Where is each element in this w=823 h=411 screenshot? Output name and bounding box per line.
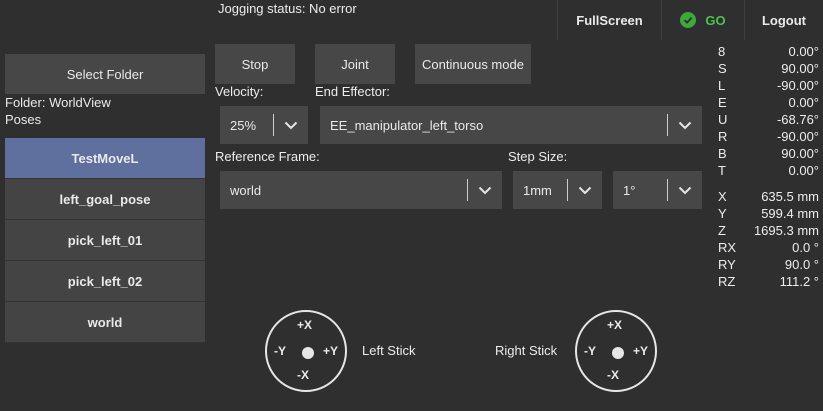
joint-name: R bbox=[718, 129, 728, 144]
pose-item[interactable]: world bbox=[5, 302, 205, 343]
joint-name: T bbox=[718, 163, 726, 178]
pose-item[interactable]: pick_left_01 bbox=[5, 220, 205, 261]
chevron-down-icon bbox=[274, 121, 308, 130]
go-button[interactable]: GO bbox=[661, 0, 744, 40]
pose-item[interactable]: TestMoveL bbox=[5, 138, 205, 179]
stick-left-label: -Y bbox=[274, 344, 286, 358]
velocity-select[interactable]: 25% bbox=[220, 106, 308, 144]
pose-axis: Z bbox=[718, 223, 726, 238]
joint-row: B 90.00° bbox=[718, 146, 819, 163]
chevron-down-icon bbox=[668, 186, 702, 195]
joint-row: T 0.00° bbox=[718, 163, 819, 180]
joint-row: E 0.00° bbox=[718, 95, 819, 112]
velocity-label: Velocity: bbox=[215, 84, 264, 99]
pose-row: Y 599.4 mm bbox=[718, 206, 819, 223]
pose-row: RZ 111.2 ° bbox=[718, 274, 819, 291]
chevron-down-icon bbox=[568, 186, 602, 195]
joint-name: B bbox=[718, 146, 727, 161]
pose-value: 111.2 ° bbox=[779, 274, 819, 289]
pose-value: 0.0 ° bbox=[792, 240, 819, 255]
pose-row: RY 90.0 ° bbox=[718, 257, 819, 274]
angle-step-value: 1° bbox=[623, 182, 636, 198]
pose-row: X 635.5 mm bbox=[718, 189, 819, 206]
joint-row: S 90.00° bbox=[718, 61, 819, 78]
joint-row: L -90.00° bbox=[718, 78, 819, 95]
joint-value: -90.00° bbox=[776, 129, 819, 144]
right-stick[interactable]: +X -X -Y +Y bbox=[575, 310, 657, 392]
stick-knob[interactable] bbox=[612, 347, 624, 359]
stick-down-label: -X bbox=[297, 368, 309, 382]
pose-axis: RZ bbox=[718, 274, 736, 289]
joint-value: 0.00° bbox=[788, 44, 819, 59]
reference-frame-label: Reference Frame: bbox=[215, 149, 320, 164]
reference-frame-select[interactable]: world bbox=[220, 171, 502, 209]
joint-name: E bbox=[718, 95, 727, 110]
left-stick-label: Left Stick bbox=[362, 343, 416, 358]
folder-label: Folder: WorldView bbox=[5, 95, 111, 110]
left-stick[interactable]: +X -X -Y +Y bbox=[265, 310, 347, 392]
check-icon bbox=[680, 12, 697, 28]
joint-name: 8 bbox=[718, 44, 726, 59]
joint-value: 0.00° bbox=[788, 163, 819, 178]
pose-axis: Y bbox=[718, 206, 727, 221]
stop-button[interactable]: Stop bbox=[215, 44, 295, 84]
pose-row: Z 1695.3 mm bbox=[718, 223, 819, 240]
stick-right-label: +Y bbox=[633, 344, 649, 358]
jogging-status: Jogging status: No error bbox=[218, 1, 357, 16]
velocity-value: 25% bbox=[230, 117, 257, 133]
pose-item[interactable]: left_goal_pose bbox=[5, 179, 205, 220]
reference-frame-value: world bbox=[230, 182, 262, 198]
step-size-label: Step Size: bbox=[508, 149, 568, 164]
step-size-select[interactable]: 1mm bbox=[513, 171, 602, 209]
end-effector-label: End Effector: bbox=[315, 84, 390, 99]
joint-row: U -68.76° bbox=[718, 112, 819, 129]
joint-value: -68.76° bbox=[776, 112, 819, 127]
poses-label: Poses bbox=[5, 112, 42, 127]
angle-step-select[interactable]: 1° bbox=[613, 171, 702, 209]
pose-axis: RY bbox=[718, 257, 736, 272]
stick-right-label: +Y bbox=[323, 344, 339, 358]
go-label: GO bbox=[705, 12, 726, 28]
select-folder-button[interactable]: Select Folder bbox=[5, 54, 205, 94]
joint-name: U bbox=[718, 112, 728, 127]
stick-up-label: +X bbox=[607, 318, 623, 332]
end-effector-select[interactable]: EE_manipulator_left_torso bbox=[320, 106, 702, 144]
joint-name: L bbox=[718, 78, 726, 93]
stick-down-label: -X bbox=[607, 368, 619, 382]
joint-button[interactable]: Joint bbox=[315, 44, 395, 84]
joint-value: 90.00° bbox=[781, 61, 819, 76]
pose-value: 599.4 mm bbox=[761, 206, 819, 221]
stick-up-label: +X bbox=[297, 318, 313, 332]
joint-name: S bbox=[718, 61, 727, 76]
pose-value: 635.5 mm bbox=[761, 189, 819, 204]
pose-value: 1695.3 mm bbox=[753, 223, 819, 238]
pose-value: 90.0 ° bbox=[784, 257, 819, 272]
chevron-down-icon bbox=[468, 186, 502, 195]
stick-left-label: -Y bbox=[584, 344, 596, 358]
pose-axis: RX bbox=[718, 240, 737, 255]
joint-value: 90.00° bbox=[781, 146, 819, 161]
right-stick-label: Right Stick bbox=[495, 343, 558, 358]
pose-axis: X bbox=[718, 189, 727, 204]
stick-knob[interactable] bbox=[302, 347, 314, 359]
joint-row: 8 0.00° bbox=[718, 44, 819, 61]
joint-row: R -90.00° bbox=[718, 129, 819, 146]
chevron-down-icon bbox=[668, 121, 702, 130]
step-size-value: 1mm bbox=[523, 182, 552, 198]
end-effector-value: EE_manipulator_left_torso bbox=[330, 117, 484, 133]
pose-item[interactable]: pick_left_02 bbox=[5, 261, 205, 302]
joint-value: -90.00° bbox=[776, 78, 819, 93]
logout-button[interactable]: Logout bbox=[744, 0, 823, 40]
continuous-mode-button[interactable]: Continuous mode bbox=[415, 44, 531, 84]
joint-value: 0.00° bbox=[788, 95, 819, 110]
pose-list: TestMoveL left_goal_pose pick_left_01 pi… bbox=[5, 138, 205, 343]
fullscreen-button[interactable]: FullScreen bbox=[557, 0, 661, 40]
pose-row: RX 0.0 ° bbox=[718, 240, 819, 257]
